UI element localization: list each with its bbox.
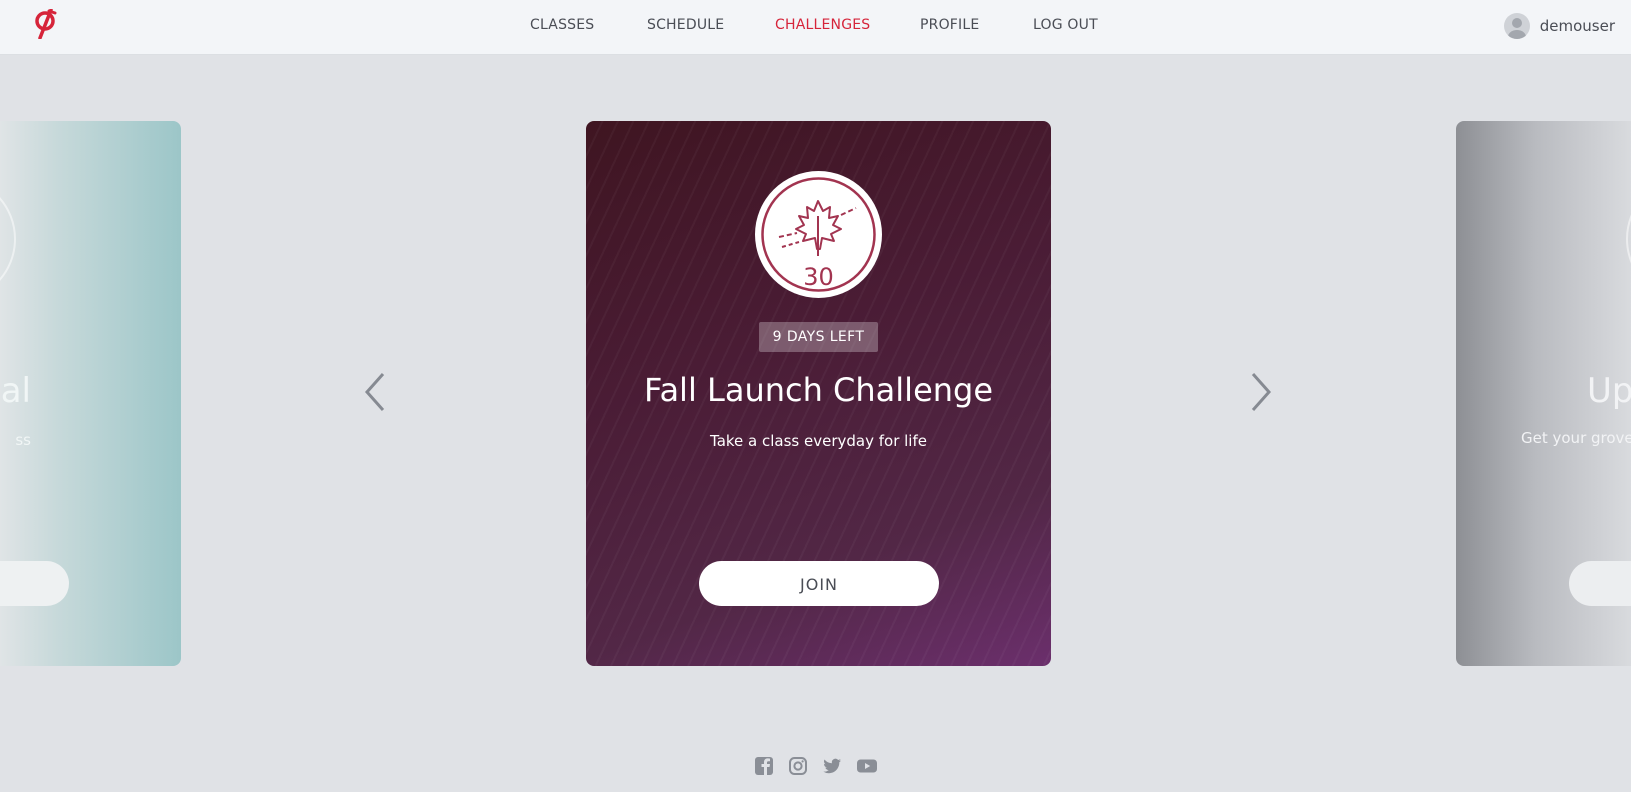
nav-log-out[interactable]: LOG OUT bbox=[1033, 17, 1098, 33]
current-challenge-card: 30 9 DAYS LEFT Fall Launch Challenge Tak… bbox=[586, 121, 1051, 666]
days-left-badge: 9 DAYS LEFT bbox=[759, 322, 878, 352]
next-challenge-badge bbox=[1626, 176, 1631, 302]
nav-classes[interactable]: CLASSES bbox=[530, 17, 594, 33]
facebook-icon[interactable] bbox=[754, 756, 774, 776]
challenge-title: Fall Launch Challenge bbox=[643, 371, 994, 409]
avatar-icon[interactable] bbox=[1503, 13, 1530, 39]
next-challenge-subtitle: Get your grove bbox=[1521, 429, 1631, 447]
join-button[interactable]: JOIN bbox=[699, 561, 939, 606]
challenge-badge: 30 bbox=[755, 171, 882, 298]
top-navigation-bar: CLASSES SCHEDULE CHALLENGES PROFILE LOG … bbox=[0, 0, 1631, 55]
youtube-icon[interactable] bbox=[856, 756, 877, 776]
previous-challenge-badge bbox=[0, 176, 16, 302]
nav-schedule[interactable]: SCHEDULE bbox=[647, 17, 724, 33]
chevron-left-icon[interactable] bbox=[361, 370, 391, 414]
previous-challenge-card[interactable]: al ss bbox=[0, 121, 181, 666]
next-challenge-join-button[interactable] bbox=[1569, 561, 1631, 606]
challenge-badge-number: 30 bbox=[803, 263, 834, 291]
next-challenge-title: Up bbox=[1587, 371, 1631, 411]
maple-leaf-icon: 30 bbox=[761, 177, 876, 292]
social-links bbox=[754, 756, 877, 776]
nav-profile[interactable]: PROFILE bbox=[920, 17, 979, 33]
instagram-icon[interactable] bbox=[788, 756, 808, 776]
main-nav: CLASSES SCHEDULE CHALLENGES PROFILE LOG … bbox=[0, 0, 1631, 54]
chevron-right-icon[interactable] bbox=[1245, 370, 1275, 414]
challenge-subtitle: Take a class everyday for life bbox=[710, 432, 927, 450]
twitter-icon[interactable] bbox=[822, 756, 842, 776]
nav-challenges[interactable]: CHALLENGES bbox=[775, 17, 870, 33]
username[interactable]: demouser bbox=[1540, 17, 1615, 35]
next-challenge-card[interactable]: Up Get your grove bbox=[1456, 121, 1631, 666]
previous-challenge-join-button[interactable] bbox=[0, 561, 69, 606]
previous-challenge-subtitle: ss bbox=[15, 431, 31, 449]
user-menu[interactable]: demouser bbox=[1503, 13, 1615, 39]
previous-challenge-title: al bbox=[0, 371, 31, 411]
